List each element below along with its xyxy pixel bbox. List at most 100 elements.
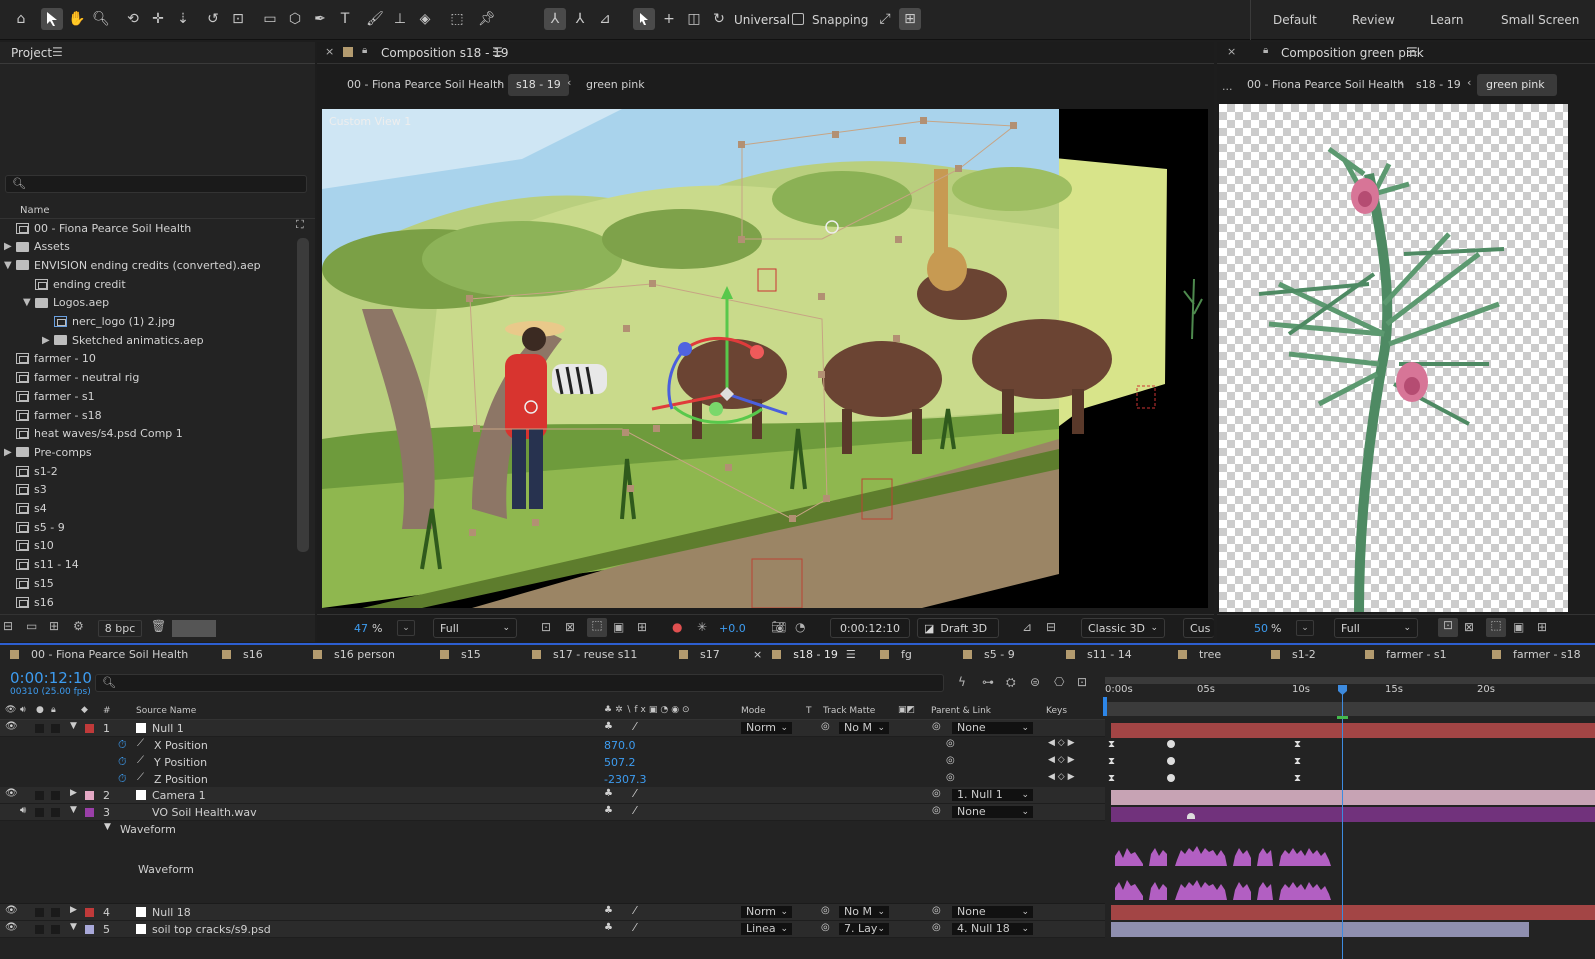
layer-row[interactable]: 👁︎ ▶ 2 Camera 1 ♣ ⁄ ◎ 1. Null 1 ⌄ bbox=[0, 787, 1105, 804]
audio-marker[interactable] bbox=[1187, 813, 1195, 819]
local-axis-icon[interactable]: ⅄ bbox=[544, 8, 566, 30]
chevron-down-icon[interactable]: ▼ bbox=[70, 805, 77, 815]
zoom-value[interactable]: 50 bbox=[1254, 622, 1268, 635]
project-item[interactable]: ▶ Assets bbox=[0, 238, 296, 256]
lock-icon[interactable]: 🔒︎ bbox=[362, 45, 367, 56]
layer-bar-null-1[interactable] bbox=[1111, 723, 1595, 738]
stopwatch-icon[interactable]: ⏱ bbox=[118, 738, 127, 752]
work-area-bar[interactable] bbox=[1105, 677, 1595, 684]
project-item[interactable]: ▶ Pre-comps bbox=[0, 443, 296, 461]
timeline-timecode[interactable]: 0:00:12:10 bbox=[10, 669, 92, 687]
project-item[interactable]: s3 bbox=[0, 481, 296, 499]
new-comp-icon[interactable]: ⊞ bbox=[49, 619, 59, 633]
panel-menu-icon[interactable]: ☰ bbox=[846, 648, 856, 661]
label-color-swatch[interactable] bbox=[85, 925, 94, 934]
quality-switch-icon[interactable]: ⁄ bbox=[634, 804, 636, 817]
timeline-tab[interactable]: s16 person bbox=[313, 648, 395, 661]
label-color-swatch[interactable] bbox=[85, 908, 94, 917]
zoom-dropdown-chevron-icon[interactable]: ⌄ bbox=[1296, 620, 1314, 636]
chevron-right-icon[interactable]: ▶ bbox=[70, 788, 77, 798]
home-icon[interactable]: ⌂ bbox=[10, 8, 32, 30]
composition-viewer[interactable]: Custom View 1 bbox=[322, 109, 1208, 608]
layer-name[interactable]: Camera 1 bbox=[152, 789, 206, 802]
property-row[interactable]: ⏱ ⟋ X Position 870.0 ◎ ◀ ◇ ▶ bbox=[0, 737, 1105, 754]
axis-select-icon[interactable] bbox=[633, 8, 655, 30]
fast-previews-icon[interactable]: ⊡ bbox=[1438, 618, 1458, 637]
matte-toggle-icon[interactable]: ◎ bbox=[821, 905, 830, 916]
project-item[interactable]: heat waves/s4.psd Comp 1 bbox=[0, 425, 296, 443]
breadcrumb-overflow[interactable]: ... bbox=[1222, 80, 1233, 93]
puppet-pin-icon[interactable]: 📌︎ bbox=[476, 8, 498, 30]
pan-camera-icon[interactable]: ✛ bbox=[147, 8, 169, 30]
keyframe-navigator-icon[interactable]: ◀ ◇ ▶ bbox=[1048, 755, 1075, 765]
pick-whip-icon[interactable]: ◎ bbox=[946, 772, 955, 783]
color-channels-icon[interactable]: ● bbox=[672, 620, 682, 634]
quality-switch-icon[interactable]: ⁄ bbox=[634, 921, 636, 934]
pick-whip-icon[interactable]: ◎ bbox=[932, 788, 941, 799]
layer-row[interactable]: 🔊︎ ▼ 3 VO Soil Health.wav ♣ ⁄ ◎ None ⌄ bbox=[0, 804, 1105, 821]
mask-visibility-icon[interactable]: ⬚ bbox=[587, 618, 607, 637]
property-row[interactable]: ⏱ ⟋ Z Position -2307.3 ◎ ◀ ◇ ▶ bbox=[0, 771, 1105, 788]
timeline-tab[interactable]: s15 bbox=[440, 648, 481, 661]
project-scrollbar[interactable] bbox=[297, 238, 309, 552]
layer-row[interactable]: 👁︎ ▼ 1 Null 1 ♣ ⁄ Norm ⌄ ◎ No M ⌄ ◎ None ⌄ bbox=[0, 720, 1105, 737]
lock-switch[interactable] bbox=[51, 908, 60, 917]
timeline-tab[interactable]: s1-2 bbox=[1271, 648, 1316, 661]
matte-toggle-icon[interactable]: ◎ bbox=[821, 922, 830, 933]
grid-guides-icon[interactable]: ⊞ bbox=[637, 620, 647, 634]
layer-bar-null-18[interactable] bbox=[1111, 905, 1595, 920]
close-icon[interactable]: × bbox=[325, 45, 334, 58]
blend-mode-dropdown[interactable]: Norm ⌄ bbox=[740, 905, 793, 919]
roto-brush-icon[interactable]: ⬚ bbox=[446, 8, 468, 30]
parent-dropdown[interactable]: None ⌄ bbox=[951, 905, 1034, 919]
layer-name[interactable]: Null 18 bbox=[152, 906, 191, 919]
workspace-small-screen[interactable]: Small Screen bbox=[1501, 13, 1579, 27]
project-item[interactable]: farmer - 10 bbox=[0, 350, 296, 368]
anchor-point-icon[interactable]: ⊡ bbox=[227, 8, 249, 30]
layer-bar-soil-top-cracks[interactable] bbox=[1111, 922, 1529, 937]
fast-previews-icon[interactable]: ⊡ bbox=[541, 620, 551, 634]
zoom-dropdown-chevron-icon[interactable]: ⌄ bbox=[397, 620, 415, 636]
solo-switch[interactable] bbox=[35, 908, 44, 917]
blend-mode-dropdown[interactable]: Linea ⌄ bbox=[740, 922, 793, 936]
shy-switch-icon[interactable]: ♣ bbox=[604, 905, 613, 916]
timeline-tab[interactable]: tree bbox=[1178, 648, 1221, 661]
project-item[interactable]: farmer - s1 bbox=[0, 387, 296, 405]
project-item[interactable]: s1-2 bbox=[0, 462, 296, 480]
project-item[interactable]: 00 - Fiona Pearce Soil Health bbox=[0, 219, 296, 237]
rotate-icon[interactable]: ↺ bbox=[202, 8, 224, 30]
timeline-tab[interactable]: 00 - Fiona Pearce Soil Health bbox=[10, 648, 188, 661]
lock-switch[interactable] bbox=[51, 925, 60, 934]
extended-viewer-icon[interactable]: ⊟ bbox=[1046, 620, 1056, 634]
label-color-swatch[interactable] bbox=[85, 791, 94, 800]
stopwatch-icon[interactable]: ⏱ bbox=[118, 772, 127, 786]
property-value[interactable]: -2307.3 bbox=[604, 773, 646, 786]
visibility-eye-icon[interactable]: 👁︎ bbox=[5, 905, 18, 916]
live-update-icon[interactable]: ϟ bbox=[958, 675, 966, 689]
shy-switch-icon[interactable]: ♣ bbox=[604, 788, 613, 799]
project-item[interactable]: ▶ Sketched animatics.aep bbox=[0, 331, 296, 349]
track-matte-dropdown[interactable]: No M ⌄ bbox=[838, 721, 890, 735]
current-time-field[interactable]: 0:00:12:10 bbox=[830, 618, 910, 638]
breadcrumb-active[interactable]: green pink bbox=[1477, 74, 1557, 96]
visibility-eye-icon[interactable]: 👁︎ bbox=[5, 721, 18, 732]
zoom-value[interactable]: 47 bbox=[354, 622, 368, 635]
timeline-tab[interactable]: s17 - reuse s11 bbox=[532, 648, 637, 661]
quality-switch-icon[interactable]: ⁄ bbox=[634, 787, 636, 800]
close-icon[interactable]: × bbox=[1227, 45, 1236, 58]
column-name[interactable]: Name bbox=[20, 205, 50, 216]
timeline-tab[interactable]: fg bbox=[880, 648, 912, 661]
layer-name[interactable]: soil top cracks/s9.psd bbox=[152, 923, 271, 936]
project-item[interactable]: farmer - s18 bbox=[0, 406, 296, 424]
project-item[interactable]: farmer - neutral rig bbox=[0, 369, 296, 387]
source-name-header[interactable]: Source Name bbox=[136, 706, 196, 716]
graph-icon[interactable]: ⟋ bbox=[137, 755, 144, 766]
timeline-tab[interactable]: s17 bbox=[679, 648, 720, 661]
keyframe-navigator-icon[interactable]: ◀ ◇ ▶ bbox=[1048, 772, 1075, 782]
resolution-dropdown[interactable]: Full ⌄ bbox=[433, 618, 517, 638]
breadcrumb-item[interactable]: 00 - Fiona Pearce Soil Health bbox=[347, 78, 504, 91]
layer-row[interactable]: 👁︎ ▶ 4 Null 18 ♣ ⁄ Norm ⌄ ◎ No M ⌄ ◎ None ⌄ bbox=[0, 904, 1105, 921]
breadcrumb-item[interactable]: s18 - 19 bbox=[1416, 78, 1461, 91]
pick-whip-icon[interactable]: ◎ bbox=[946, 755, 955, 766]
brush-icon[interactable]: 🖌︎ bbox=[364, 8, 386, 30]
